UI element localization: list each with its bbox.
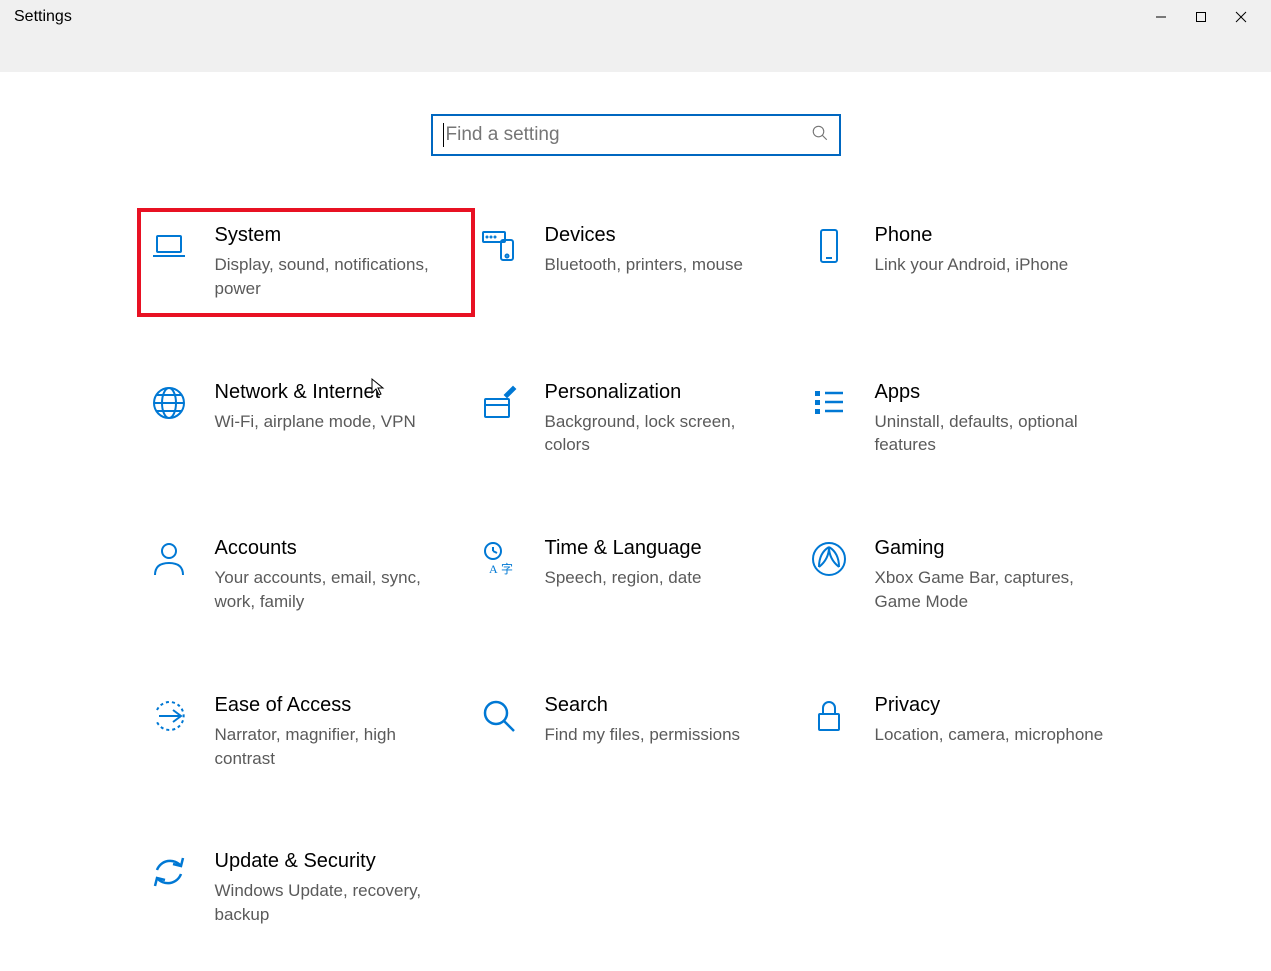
tile-title: Accounts: [215, 537, 447, 560]
lock-icon: [809, 696, 849, 736]
text-cursor: [443, 123, 444, 147]
window-title: Settings: [0, 4, 72, 26]
tile-title: Update & Security: [215, 850, 447, 873]
tile-desc: Bluetooth, printers, mouse: [545, 253, 743, 277]
tile-title: Gaming: [875, 537, 1107, 560]
tile-title: Time & Language: [545, 537, 702, 560]
tile-personalization[interactable]: Personalization Background, lock screen,…: [471, 369, 801, 470]
gaming-icon: [809, 539, 849, 579]
time-lang-icon: A字: [479, 539, 519, 579]
tile-search[interactable]: Search Find my files, permissions: [471, 682, 801, 783]
tile-title: Personalization: [545, 381, 777, 404]
tile-desc: Location, camera, microphone: [875, 723, 1104, 747]
tile-desc: Speech, region, date: [545, 566, 702, 590]
tile-title: Devices: [545, 224, 743, 247]
tile-devices[interactable]: Devices Bluetooth, printers, mouse: [471, 212, 801, 313]
list-icon: [809, 383, 849, 423]
svg-text:A: A: [489, 562, 498, 576]
ease-icon: [149, 696, 189, 736]
minimize-button[interactable]: [1155, 10, 1167, 26]
tile-network[interactable]: Network & Internet Wi-Fi, airplane mode,…: [141, 369, 471, 470]
tile-privacy[interactable]: Privacy Location, camera, microphone: [801, 682, 1131, 783]
tile-apps[interactable]: Apps Uninstall, defaults, optional featu…: [801, 369, 1131, 470]
content-area: System Display, sound, notifications, po…: [0, 72, 1271, 971]
tile-desc: Windows Update, recovery, backup: [215, 879, 447, 927]
tile-system[interactable]: System Display, sound, notifications, po…: [141, 212, 471, 313]
maximize-button[interactable]: [1195, 10, 1207, 26]
search-icon: [479, 696, 519, 736]
tile-desc: Wi-Fi, airplane mode, VPN: [215, 410, 416, 434]
tile-accounts[interactable]: Accounts Your accounts, email, sync, wor…: [141, 525, 471, 626]
person-icon: [149, 539, 189, 579]
tile-title: Search: [545, 694, 741, 717]
tile-desc: Background, lock screen, colors: [545, 410, 777, 458]
tile-title: Phone: [875, 224, 1069, 247]
phone-icon: [809, 226, 849, 266]
search-row: [0, 114, 1271, 156]
tile-phone[interactable]: Phone Link your Android, iPhone: [801, 212, 1131, 313]
tile-update-security[interactable]: Update & Security Windows Update, recove…: [141, 838, 471, 939]
tile-title: Apps: [875, 381, 1107, 404]
search-box[interactable]: [431, 114, 841, 156]
tile-title: Ease of Access: [215, 694, 447, 717]
tile-desc: Xbox Game Bar, captures, Game Mode: [875, 566, 1107, 614]
tile-desc: Narrator, magnifier, high contrast: [215, 723, 447, 771]
tile-desc: Display, sound, notifications, power: [215, 253, 447, 301]
svg-text:字: 字: [501, 561, 513, 576]
tile-ease-of-access[interactable]: Ease of Access Narrator, magnifier, high…: [141, 682, 471, 783]
devices-icon: [479, 226, 519, 266]
window-controls: [1155, 4, 1271, 26]
globe-icon: [149, 383, 189, 423]
tile-title: Privacy: [875, 694, 1104, 717]
settings-grid: System Display, sound, notifications, po…: [0, 212, 1271, 971]
tile-gaming[interactable]: Gaming Xbox Game Bar, captures, Game Mod…: [801, 525, 1131, 626]
tile-desc: Link your Android, iPhone: [875, 253, 1069, 277]
tile-desc: Find my files, permissions: [545, 723, 741, 747]
close-button[interactable]: [1235, 10, 1247, 26]
tile-desc: Uninstall, defaults, optional features: [875, 410, 1107, 458]
tile-desc: Your accounts, email, sync, work, family: [215, 566, 447, 614]
update-icon: [149, 852, 189, 892]
laptop-icon: [149, 226, 189, 266]
search-icon: [811, 124, 829, 147]
titlebar: Settings: [0, 0, 1271, 72]
tile-title: System: [215, 224, 447, 247]
search-input[interactable]: [446, 124, 811, 146]
brush-icon: [479, 383, 519, 423]
tile-title: Network & Internet: [215, 381, 416, 404]
tile-time-language[interactable]: A字 Time & Language Speech, region, date: [471, 525, 801, 626]
